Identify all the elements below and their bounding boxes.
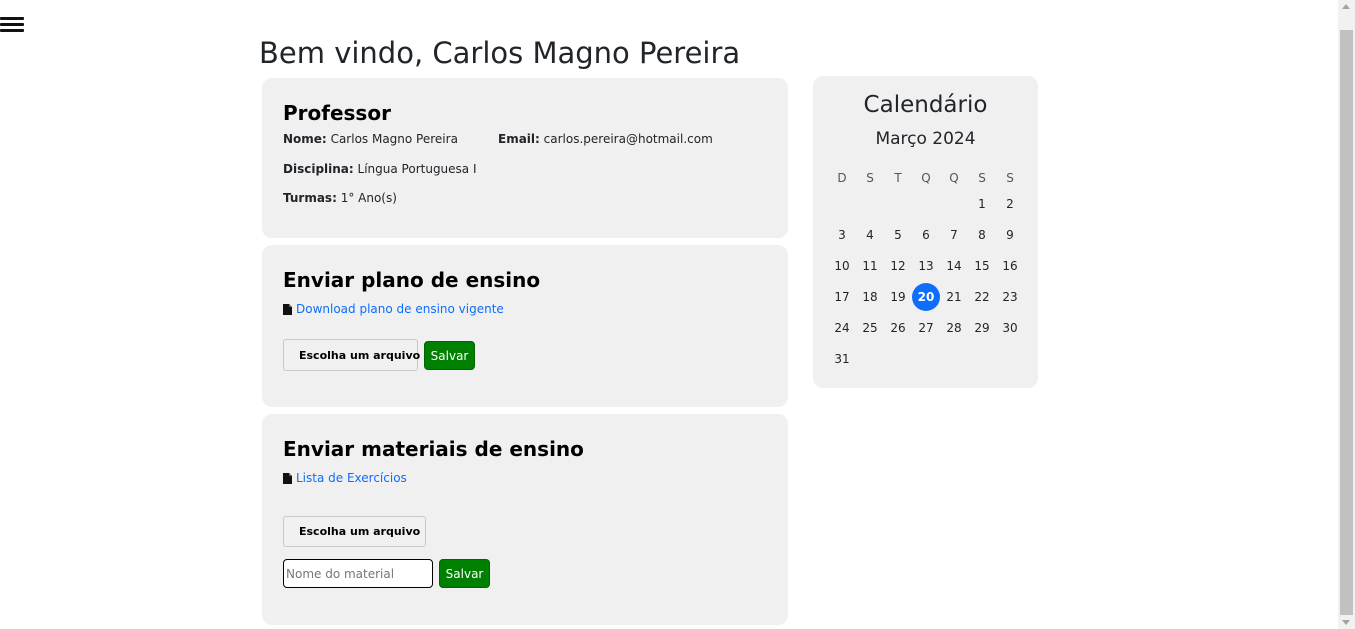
lista-exercicios-link-text: Lista de Exercícios (296, 471, 407, 485)
hamburger-menu-icon[interactable] (0, 17, 24, 35)
scrollbar-thumb[interactable] (1340, 30, 1353, 615)
vertical-scrollbar[interactable] (1338, 0, 1355, 629)
name-value: Carlos Magno Pereira (330, 132, 458, 146)
turmas-value: 1° Ano(s) (340, 191, 397, 205)
calendar-day[interactable]: 10 (828, 252, 856, 280)
calendar-day[interactable]: 27 (912, 314, 940, 342)
scroll-up-arrow-icon[interactable] (1342, 4, 1350, 9)
choose-file-label: Escolha um arquivo (299, 348, 421, 362)
calendar-month: Março 2024 (875, 129, 976, 149)
download-plano-link[interactable]: Download plano de ensino vigente (283, 302, 504, 316)
materiais-ensino-card: Enviar materiais de ensino Lista de Exer… (262, 414, 788, 625)
calendar-card: Calendário Março 2024 D S T Q Q S S 1 2 3 4 5 6 7 8 9 10… (813, 76, 1038, 388)
file-icon (283, 472, 292, 484)
professor-card: Professor Nome: Carlos Magno Pereira Ema… (262, 78, 788, 238)
calendar-day[interactable]: 7 (940, 221, 968, 249)
calendar-day[interactable]: 23 (996, 283, 1024, 311)
calendar-day[interactable]: 4 (856, 221, 884, 249)
calendar-day[interactable]: 18 (856, 283, 884, 311)
weekday-header: Q (921, 171, 931, 185)
lista-exercicios-link[interactable]: Lista de Exercícios (283, 471, 407, 485)
weekday-header: Q (949, 171, 959, 185)
calendar-day[interactable]: 5 (884, 221, 912, 249)
calendar-day[interactable]: 25 (856, 314, 884, 342)
save-plano-button[interactable]: Salvar (424, 341, 475, 370)
calendar-day[interactable]: 13 (912, 252, 940, 280)
weekday-header: S (1006, 171, 1014, 185)
page-title: Bem vindo, Carlos Magno Pereira (259, 36, 741, 70)
calendar-day[interactable]: 28 (940, 314, 968, 342)
material-name-input[interactable] (283, 559, 433, 588)
choose-material-file-button[interactable]: Escolha um arquivo (283, 516, 426, 547)
calendar-day[interactable]: 8 (968, 221, 996, 249)
calendar-day[interactable]: 19 (884, 283, 912, 311)
weekday-header: S (978, 171, 986, 185)
email-value: carlos.pereira@hotmail.com (543, 132, 713, 146)
calendar-day[interactable]: 24 (828, 314, 856, 342)
save-material-button[interactable]: Salvar (439, 559, 490, 588)
name-label: Nome: (283, 132, 327, 146)
weekday-header: D (837, 171, 847, 185)
calendar-day[interactable]: 31 (828, 345, 856, 373)
disciplina-value: Língua Portuguesa I (357, 162, 477, 176)
calendar-day[interactable]: 17 (828, 283, 856, 311)
professor-name-field: Nome: Carlos Magno Pereira (283, 132, 458, 146)
calendar-day[interactable]: 26 (884, 314, 912, 342)
calendar-day[interactable]: 15 (968, 252, 996, 280)
calendar-day[interactable]: 9 (996, 221, 1024, 249)
weekday-header: S (866, 171, 874, 185)
file-icon (283, 303, 292, 315)
calendar-day[interactable]: 11 (856, 252, 884, 280)
calendar-day[interactable]: 22 (968, 283, 996, 311)
calendar-day[interactable]: 3 (828, 221, 856, 249)
calendar-title: Calendário (863, 92, 988, 118)
choose-file-button[interactable]: Escolha um arquivo (283, 339, 421, 371)
calendar-day[interactable]: 1 (968, 190, 996, 218)
choose-material-file-label: Escolha um arquivo (299, 525, 421, 538)
calendar-day[interactable]: 21 (940, 283, 968, 311)
calendar-day[interactable]: 29 (968, 314, 996, 342)
calendar-day[interactable]: 14 (940, 252, 968, 280)
materiais-card-title: Enviar materiais de ensino (283, 437, 584, 461)
plano-ensino-card: Enviar plano de ensino Download plano de… (262, 245, 788, 407)
calendar-day-today[interactable]: 20 (912, 283, 940, 311)
plano-card-title: Enviar plano de ensino (283, 268, 541, 292)
weekday-header: T (894, 171, 902, 185)
calendar-day[interactable]: 16 (996, 252, 1024, 280)
scroll-down-arrow-icon[interactable] (1342, 620, 1350, 625)
professor-email-field: Email: carlos.pereira@hotmail.com (498, 132, 713, 146)
turmas-label: Turmas: (283, 191, 337, 205)
email-label: Email: (498, 132, 540, 146)
calendar-day[interactable]: 30 (996, 314, 1024, 342)
calendar-day[interactable]: 6 (912, 221, 940, 249)
professor-disciplina-field: Disciplina: Língua Portuguesa I (283, 162, 477, 176)
download-plano-link-text: Download plano de ensino vigente (296, 302, 504, 316)
calendar-day[interactable]: 12 (884, 252, 912, 280)
disciplina-label: Disciplina: (283, 162, 354, 176)
professor-card-title: Professor (283, 101, 391, 125)
professor-turmas-field: Turmas: 1° Ano(s) (283, 191, 397, 205)
calendar-day[interactable]: 2 (996, 190, 1024, 218)
